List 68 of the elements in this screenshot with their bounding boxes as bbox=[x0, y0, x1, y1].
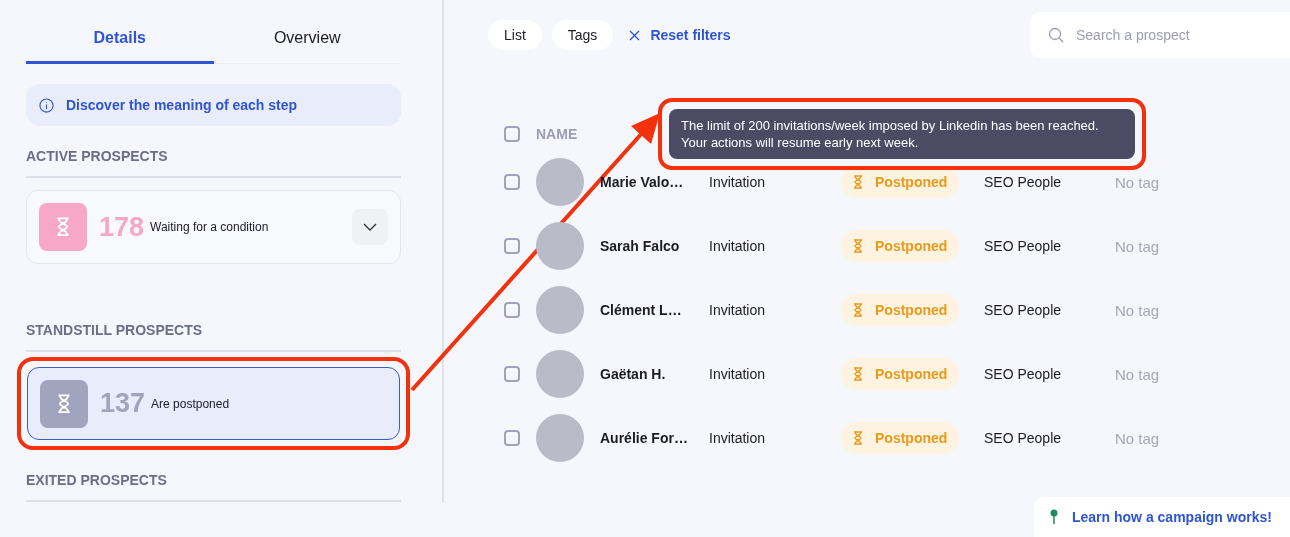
close-icon bbox=[629, 29, 641, 41]
help-button[interactable]: Learn how a campaign works! bbox=[1034, 497, 1290, 537]
filter-pill[interactable]: List bbox=[488, 20, 542, 50]
card-label: Are postponed bbox=[151, 396, 231, 411]
avatar-placeholder bbox=[536, 222, 584, 270]
hourglass-icon bbox=[853, 431, 863, 445]
campaign-cell-text: SEO People bbox=[984, 302, 1063, 318]
prospect-count: 178 bbox=[99, 211, 145, 243]
status-text: Postponed bbox=[875, 174, 948, 190]
tag-cell: No tag bbox=[1115, 237, 1160, 255]
hourglass-icon bbox=[853, 239, 863, 253]
prospect-count: 137 bbox=[100, 388, 146, 419]
avatar-placeholder bbox=[536, 286, 584, 334]
row-checkbox[interactable] bbox=[504, 238, 520, 254]
hourglass-icon bbox=[853, 303, 863, 317]
chevron-down-icon bbox=[363, 223, 377, 231]
step-cell-text: Invitation bbox=[709, 430, 767, 446]
hourglass-icon bbox=[57, 393, 71, 414]
status-text: Postponed bbox=[875, 366, 948, 382]
tab[interactable]: Details bbox=[26, 26, 214, 64]
reset-filters-link[interactable]: Reset filters bbox=[623, 27, 737, 43]
campaign-cell-text: SEO People bbox=[984, 238, 1063, 254]
status-text: Postponed bbox=[875, 430, 948, 446]
tag-cell: No tag bbox=[1115, 301, 1160, 319]
tag-cell: No tag bbox=[1115, 365, 1160, 383]
search-icon bbox=[1048, 27, 1064, 43]
section-title: EXITED PROSPECTS bbox=[26, 472, 401, 502]
hourglass-icon bbox=[56, 217, 70, 237]
row-checkbox[interactable] bbox=[504, 430, 520, 446]
info-icon bbox=[39, 97, 54, 113]
prospect-name: Aurélie For… bbox=[600, 430, 689, 446]
tooltip: The limit of 200 invitations/week imposed by Linkedin has been reached. Your actions will resume early next week. bbox=[669, 109, 1135, 159]
tab[interactable]: Overview bbox=[213, 26, 401, 64]
prospect-group-card[interactable]: 137 Are postponed bbox=[27, 367, 400, 440]
section-title: ACTIVE PROSPECTS bbox=[26, 148, 401, 178]
status-text: Postponed bbox=[875, 238, 948, 254]
avatar-placeholder bbox=[536, 158, 584, 206]
column-header: NAME bbox=[536, 126, 578, 142]
row-checkbox[interactable] bbox=[504, 174, 520, 190]
tag-cell: No tag bbox=[1115, 173, 1160, 191]
select-all-checkbox[interactable] bbox=[504, 126, 520, 142]
avatar-placeholder bbox=[536, 350, 584, 398]
tag-cell: No tag bbox=[1115, 429, 1160, 447]
expand-button[interactable] bbox=[352, 209, 388, 245]
step-cell-text: Invitation bbox=[709, 238, 767, 254]
prospect-name: Gaëtan H. bbox=[600, 366, 667, 382]
row-checkbox[interactable] bbox=[504, 366, 520, 382]
info-banner[interactable]: Discover the meaning of each step bbox=[26, 84, 401, 126]
status-text: Postponed bbox=[875, 302, 948, 318]
prospect-name: Clément L… bbox=[600, 302, 683, 318]
campaign-cell-text: SEO People bbox=[984, 430, 1063, 446]
row-checkbox[interactable] bbox=[504, 302, 520, 318]
hourglass-icon bbox=[853, 367, 863, 381]
card-label: Waiting for a condition bbox=[150, 220, 270, 234]
pin-icon bbox=[1050, 509, 1058, 525]
prospect-name: Marie Valo… bbox=[600, 174, 685, 190]
step-cell-text: Invitation bbox=[709, 366, 767, 382]
step-cell-text: Invitation bbox=[709, 302, 767, 318]
campaign-cell-text: SEO People bbox=[984, 174, 1063, 190]
filter-pill[interactable]: Tags bbox=[551, 20, 614, 50]
step-cell-text: Invitation bbox=[709, 174, 767, 190]
prospect-name: Sarah Falco bbox=[600, 238, 681, 254]
avatar-placeholder bbox=[536, 414, 584, 462]
campaign-cell-text: SEO People bbox=[984, 366, 1063, 382]
section-title: STANDSTILL PROSPECTS bbox=[26, 322, 401, 352]
prospect-group-card[interactable]: 178 Waiting for a condition bbox=[26, 190, 401, 264]
hourglass-icon bbox=[853, 175, 863, 189]
search-field[interactable]: Search a prospect bbox=[1030, 12, 1290, 58]
